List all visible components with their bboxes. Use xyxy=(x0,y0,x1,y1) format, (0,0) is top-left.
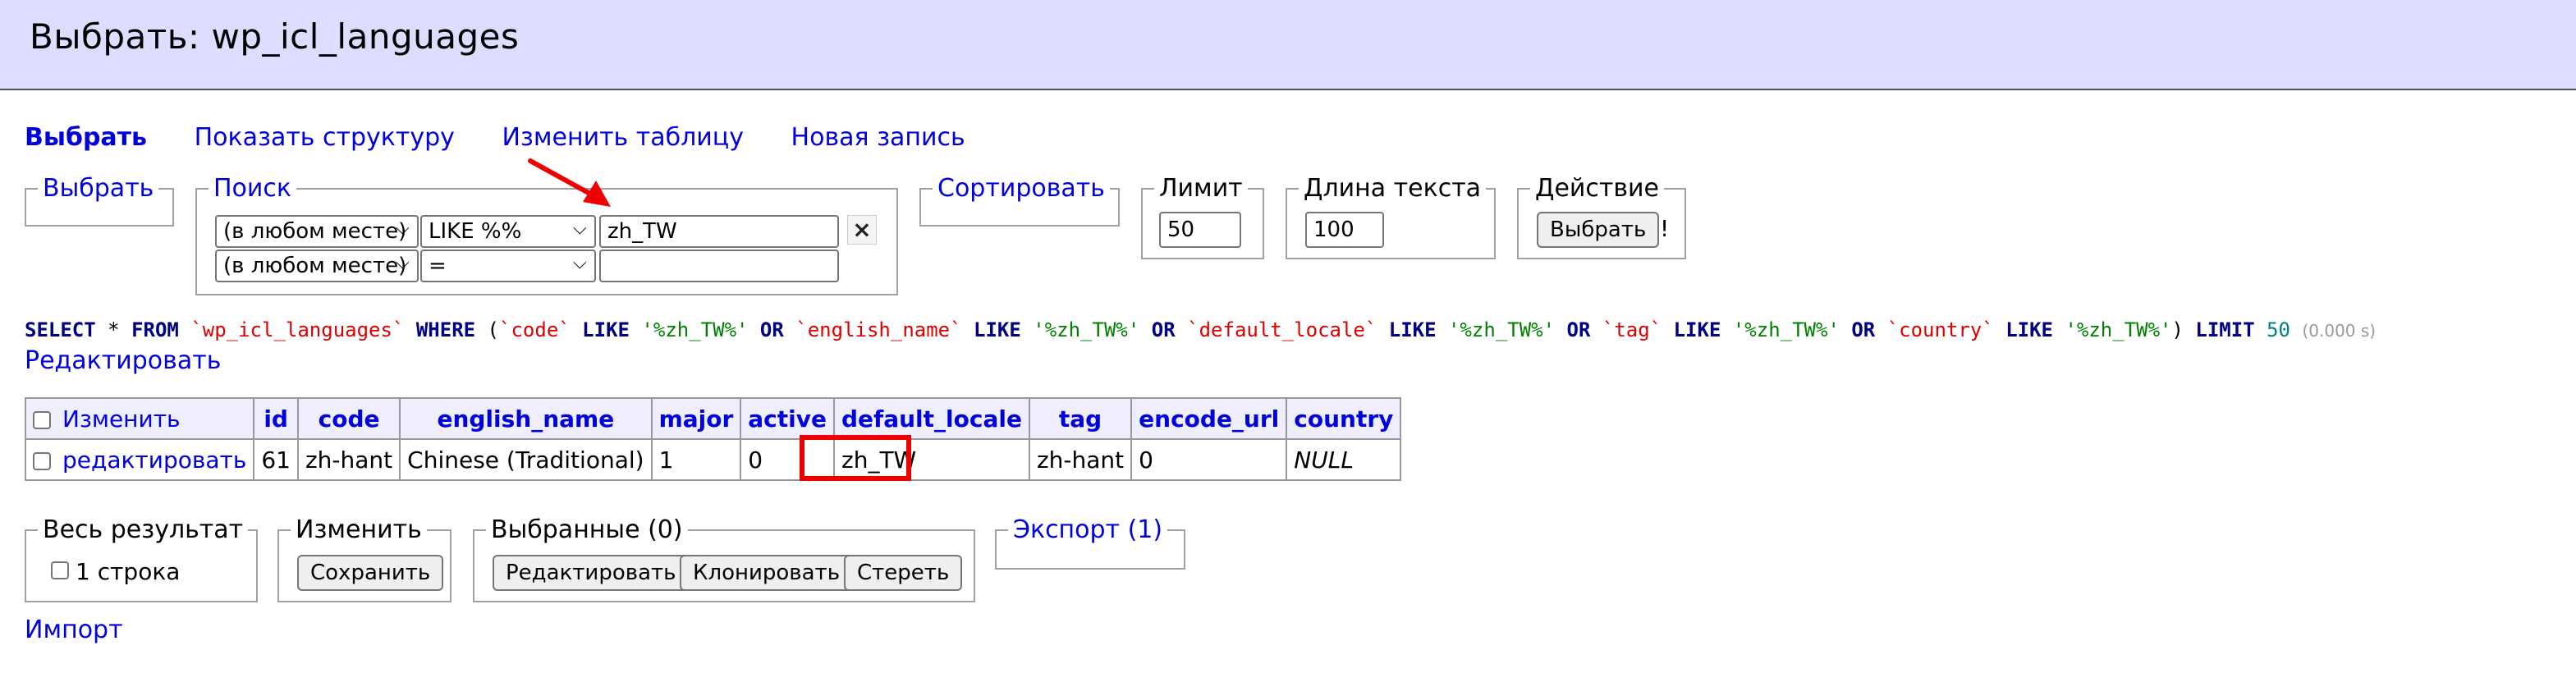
search-legend[interactable]: Поиск xyxy=(209,174,296,203)
sort-fieldset: Сортировать xyxy=(919,174,1120,227)
select-legend[interactable]: Выбрать xyxy=(38,174,158,203)
remove-search-row-icon[interactable]: × xyxy=(847,215,877,245)
select-submit-button[interactable]: Выбрать xyxy=(1537,212,1660,248)
table-header-row: Изменить id code english_name major acti… xyxy=(24,397,1402,440)
modify-legend: Изменить xyxy=(296,515,422,544)
search-operator-select-2[interactable]: = xyxy=(420,250,596,282)
nav-new-item[interactable]: Новая запись xyxy=(791,123,965,152)
selected-legend: Выбранные (0) xyxy=(491,515,683,544)
rows-count-label: 1 строка xyxy=(76,558,181,585)
header-active[interactable]: active xyxy=(740,397,835,440)
cell-major: 1 xyxy=(650,438,742,481)
query-time: (0.000 s) xyxy=(2302,321,2377,341)
limit-input[interactable] xyxy=(1159,212,1241,248)
page-header: Выбрать: wp_icl_languages xyxy=(0,0,2576,90)
header-tag[interactable]: tag xyxy=(1028,397,1133,440)
cell-id: 61 xyxy=(253,438,299,481)
cell-active: 0 xyxy=(740,438,835,481)
row-edit-link[interactable]: редактировать xyxy=(62,446,246,474)
query-edit-link[interactable]: Редактировать xyxy=(25,346,221,375)
cell-encode-url: 0 xyxy=(1130,438,1288,481)
whole-result-legend: Весь результат xyxy=(43,515,244,544)
delete-button[interactable]: Стереть xyxy=(844,555,963,591)
select-all-checkbox[interactable] xyxy=(33,410,51,429)
nav-alter-table[interactable]: Изменить таблицу xyxy=(502,123,744,152)
row-modify-cell: редактировать xyxy=(24,438,255,481)
cell-tag: zh-hant xyxy=(1028,438,1133,481)
header-id[interactable]: id xyxy=(253,397,299,440)
search-value-input-1[interactable] xyxy=(599,215,839,248)
text-length-legend: Длина текста xyxy=(1304,174,1482,203)
search-operator-select-1[interactable]: LIKE %% xyxy=(420,215,596,248)
header-major[interactable]: major xyxy=(650,397,742,440)
search-column-select-2[interactable]: (в любом месте) xyxy=(215,250,419,282)
import-link[interactable]: Импорт xyxy=(25,616,123,644)
search-value-input-2[interactable] xyxy=(599,250,839,282)
save-button[interactable]: Сохранить xyxy=(297,555,444,591)
table-row: редактировать 61 zh-hant Chinese (Tradit… xyxy=(24,438,1402,481)
cell-code: zh-hant xyxy=(296,438,401,481)
page-title: Выбрать: wp_icl_languages xyxy=(30,16,520,57)
header-modify-label[interactable]: Изменить xyxy=(62,405,181,433)
sql-query: SELECT * FROM `wp_icl_languages` WHERE (… xyxy=(25,318,2377,341)
clone-button[interactable]: Клонировать xyxy=(680,555,854,591)
action-suffix: ! xyxy=(1660,215,1670,242)
cell-default-locale: zh_TW xyxy=(833,438,1030,481)
limit-legend: Лимит xyxy=(1159,174,1243,203)
search-column-select-1[interactable]: (в любом месте) xyxy=(215,215,419,248)
row-checkbox[interactable] xyxy=(33,451,51,470)
text-length-input[interactable] xyxy=(1305,212,1384,248)
nav-show-structure[interactable]: Показать структуру xyxy=(195,123,455,152)
header-code[interactable]: code xyxy=(296,397,401,440)
header-default-locale[interactable]: default_locale xyxy=(833,397,1030,440)
action-legend: Действие xyxy=(1535,174,1659,203)
header-english-name[interactable]: english_name xyxy=(399,397,653,440)
edit-selected-button[interactable]: Редактировать xyxy=(493,555,690,591)
header-modify[interactable]: Изменить xyxy=(24,397,255,440)
header-encode-url[interactable]: encode_url xyxy=(1130,397,1288,440)
nav-select[interactable]: Выбрать xyxy=(25,123,147,152)
select-fieldset: Выбрать xyxy=(25,174,174,227)
export-fieldset: Экспорт (1) xyxy=(995,515,1185,570)
cell-english-name: Chinese (Traditional) xyxy=(399,438,653,481)
whole-result-checkbox[interactable] xyxy=(51,561,69,579)
top-nav: Выбрать Показать структуру Изменить табл… xyxy=(25,123,1005,152)
header-country[interactable]: country xyxy=(1286,397,1402,440)
export-legend[interactable]: Экспорт (1) xyxy=(1008,515,1167,544)
sort-legend[interactable]: Сортировать xyxy=(933,174,1110,203)
cell-country: NULL xyxy=(1286,438,1402,481)
results-table: Изменить id code english_name major acti… xyxy=(24,397,1402,481)
